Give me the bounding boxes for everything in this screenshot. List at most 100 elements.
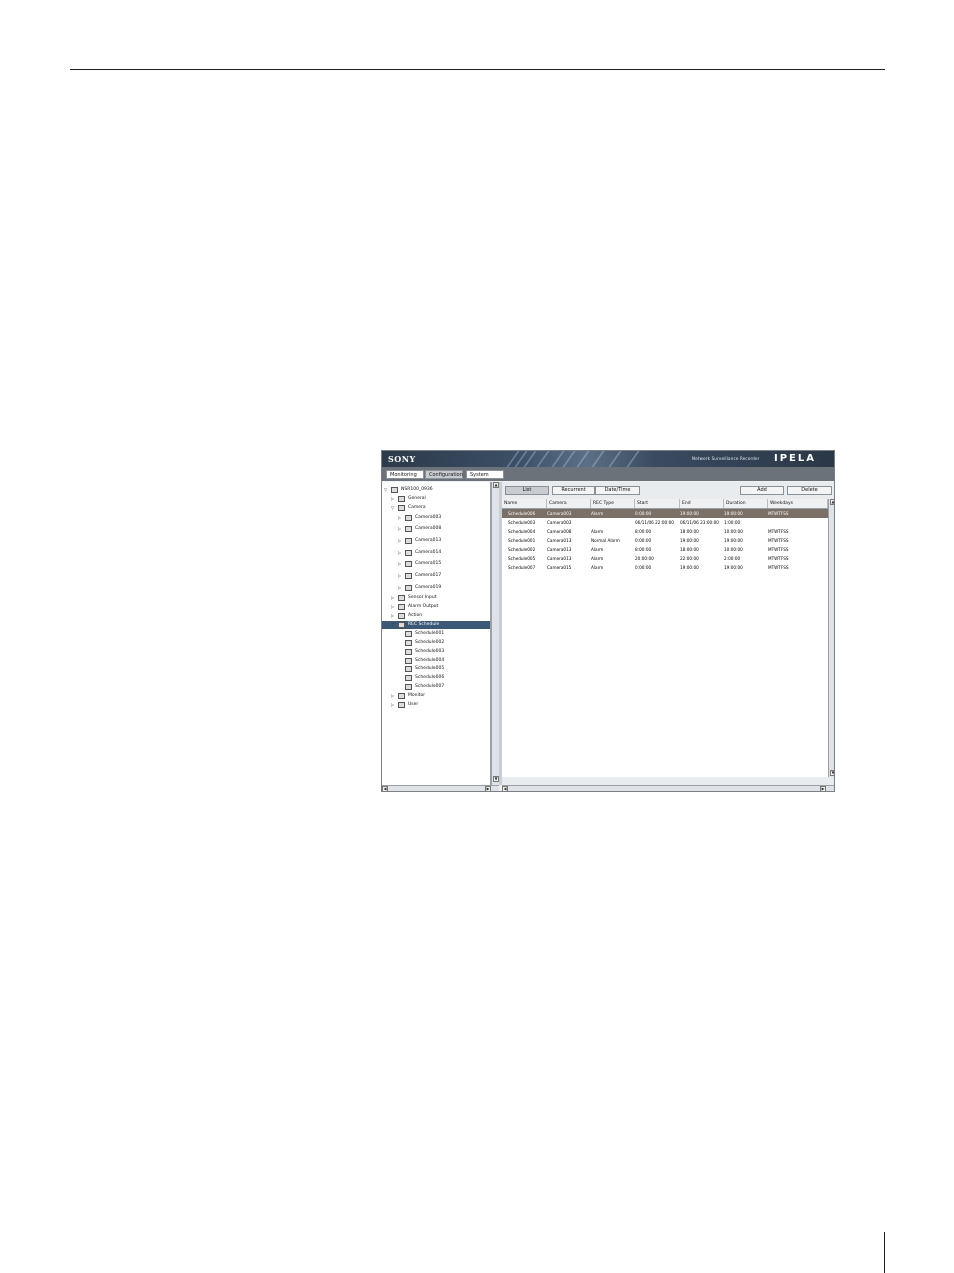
tree-item[interactable]: ▽ REC Schedule [382, 621, 490, 629]
tree-expander-icon[interactable]: ▷ [398, 537, 401, 545]
list-button[interactable]: List [505, 486, 549, 495]
tree-expander-icon[interactable]: ▷ [391, 603, 394, 611]
tree-item[interactable]: Schedule006 [382, 674, 490, 682]
column-header[interactable]: Name [502, 499, 547, 508]
tree-item-label: General [408, 496, 426, 501]
tree-expander-icon[interactable]: ▽ [391, 504, 394, 512]
tree-item[interactable]: ▷ Sensor Input [382, 594, 490, 602]
tree-item[interactable]: Schedule002 [382, 639, 490, 647]
table-cell: Schedule005 [508, 556, 536, 561]
alarm-output-icon [398, 604, 405, 610]
tree-expander-icon[interactable]: ▽ [384, 486, 387, 494]
tree-expander-icon[interactable]: ▷ [398, 525, 401, 533]
tree-vertical-scrollbar[interactable]: ▲ ▼ [491, 482, 499, 785]
recurrent-button[interactable]: Recurrent [552, 486, 595, 495]
tree-item[interactable]: Schedule005 [382, 665, 490, 673]
scroll-right-arrow-icon[interactable]: ▶ [485, 786, 491, 791]
table-row[interactable]: Schedule003 Camera003 06/11/06 22:00:00 06/… [502, 518, 828, 527]
tab-bar: Monitoring Configuration System [382, 467, 834, 481]
table-horizontal-scrollbar[interactable]: ◀ ▶ [502, 785, 834, 791]
table-vertical-scrollbar[interactable]: ▲ ▼ [828, 499, 834, 777]
table-cell: MTWTFSS [768, 556, 789, 561]
tree-item[interactable]: ▷ Camera014 [382, 549, 490, 557]
tree-expander-icon[interactable]: ▷ [398, 514, 401, 522]
column-header[interactable]: Duration [724, 499, 768, 508]
table-cell: Schedule004 [508, 529, 536, 534]
tree-item[interactable]: ▽ NSR100_0936 [382, 486, 490, 494]
schedule-panel: List Recurrent Date/Time Add Delete Name… [502, 482, 834, 785]
camera-group-icon [398, 505, 405, 511]
tree-item-label: Camera008 [415, 526, 442, 531]
tree-expander-icon[interactable]: ▷ [391, 692, 394, 700]
table-row[interactable]: Schedule001 Camera013 Normal Alarm 0:00:00 1… [502, 536, 828, 545]
tree-item[interactable]: ▷ General [382, 495, 490, 503]
monitor-icon [398, 693, 405, 699]
camera-icon [405, 585, 412, 591]
table-cell: 10:00:00 [724, 547, 743, 552]
user-icon [398, 702, 405, 708]
table-cell: 20:00:00 [635, 556, 654, 561]
tree-item-label: Camera019 [415, 585, 442, 590]
tree-expander-icon[interactable]: ▷ [391, 701, 394, 709]
tree-item[interactable]: Schedule001 [382, 630, 490, 638]
scroll-left-arrow-icon[interactable]: ◀ [382, 786, 388, 791]
tree-expander-icon[interactable]: ▷ [391, 495, 394, 503]
table-row[interactable]: Schedule002 Camera013 Alarm 8:00:00 18:00:00… [502, 545, 828, 554]
column-header[interactable]: End [680, 499, 724, 508]
tree-item[interactable]: ▷ Monitor [382, 692, 490, 700]
column-header[interactable]: REC Type [591, 499, 635, 508]
tree-item[interactable]: Schedule003 [382, 648, 490, 656]
tree-expander-icon[interactable]: ▷ [391, 612, 394, 620]
tree-expander-icon[interactable]: ▷ [391, 594, 394, 602]
column-header[interactable]: Start [635, 499, 680, 508]
schedule-table: Name Camera REC Type Start End Duration … [502, 499, 828, 777]
tree-expander-icon[interactable]: ▷ [398, 560, 401, 568]
table-cell: 10:00:00 [724, 529, 743, 534]
tab-monitoring[interactable]: Monitoring [386, 470, 424, 479]
delete-button[interactable]: Delete [787, 486, 832, 495]
tree-item-label: Camera014 [415, 550, 442, 555]
tree-item[interactable]: ▷ Camera019 [382, 584, 490, 592]
tree-expander-icon[interactable]: ▽ [391, 621, 394, 629]
scroll-down-arrow-icon[interactable]: ▼ [830, 770, 834, 776]
tree-item-label: Action [408, 613, 423, 618]
tree-expander-icon[interactable]: ▷ [398, 584, 401, 592]
scroll-left-arrow-icon[interactable]: ◀ [502, 786, 508, 791]
table-cell: 06/11/06 22:00:00 [635, 520, 674, 525]
add-button[interactable]: Add [740, 486, 784, 495]
tab-system[interactable]: System [466, 470, 504, 479]
table-row[interactable]: Schedule007 Camera015 Alarm 0:00:00 19:00:00… [502, 563, 828, 572]
header-banner: SONY Network Surveillance Recorder IPELA [382, 451, 834, 467]
tree-item[interactable]: ▷ Camera017 [382, 572, 490, 580]
table-row[interactable]: Schedule006 Camera003 Alarm 0:00:00 19:00:00… [502, 509, 828, 518]
tree-item[interactable]: ▷ Camera003 [382, 514, 490, 522]
datetime-button[interactable]: Date/Time [595, 486, 640, 495]
tree-item[interactable]: Schedule004 [382, 657, 490, 665]
table-cell: 1:00:00 [724, 520, 741, 525]
table-row[interactable]: Schedule005 Camera013 Alarm 20:00:00 22:00:0… [502, 554, 828, 563]
column-header[interactable]: Weekdays [768, 499, 828, 508]
tree-item-label: Schedule003 [415, 649, 445, 654]
scroll-up-arrow-icon[interactable]: ▲ [830, 499, 834, 505]
tree-item[interactable]: ▽ Camera [382, 504, 490, 512]
column-header[interactable]: Camera [547, 499, 591, 508]
tree-item[interactable]: ▷ Camera015 [382, 560, 490, 568]
table-cell: Schedule006 [508, 511, 536, 516]
tree-expander-icon[interactable]: ▷ [398, 549, 401, 557]
tree-item[interactable]: ▷ User [382, 701, 490, 709]
table-header: Name Camera REC Type Start End Duration … [502, 499, 828, 509]
table-cell: MTWTFSS [768, 529, 789, 534]
camera-icon [405, 526, 412, 532]
camera-icon [405, 550, 412, 556]
tree-item[interactable]: ▷ Action [382, 612, 490, 620]
tree-horizontal-scrollbar[interactable]: ◀ ▶ [382, 785, 499, 791]
scroll-right-arrow-icon[interactable]: ▶ [820, 786, 826, 791]
tree-item[interactable]: ▷ Camera013 [382, 537, 490, 545]
tree-expander-icon[interactable]: ▷ [398, 572, 401, 580]
tree-item[interactable]: Schedule007 [382, 683, 490, 691]
tab-configuration[interactable]: Configuration [425, 470, 463, 479]
tree-item[interactable]: ▷ Alarm Output [382, 603, 490, 611]
tree-item[interactable]: ▷ Camera008 [382, 525, 490, 533]
table-row[interactable]: Schedule004 Camera008 Alarm 8:00:00 18:00:00… [502, 527, 828, 536]
tree-item-label: Schedule007 [415, 684, 445, 689]
